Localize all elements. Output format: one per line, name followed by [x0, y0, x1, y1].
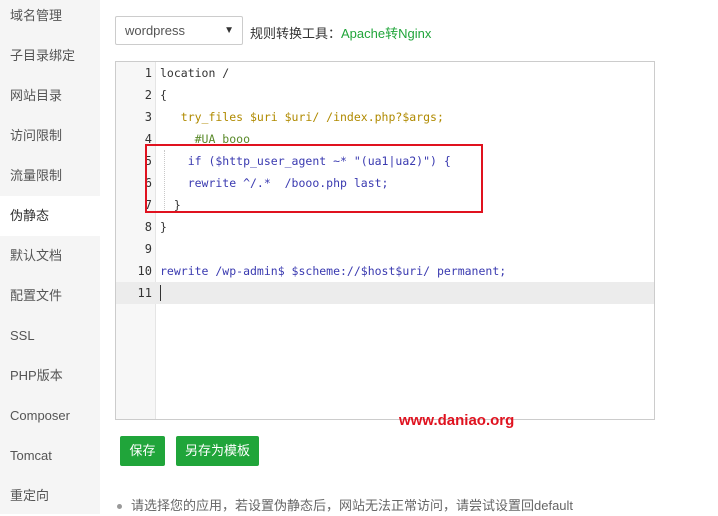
sidebar-item-ssl[interactable]: SSL	[0, 316, 100, 356]
save-as-template-button[interactable]: 另存为模板	[176, 436, 259, 466]
active-line-highlight	[116, 282, 654, 304]
line-number: 9	[144, 242, 152, 256]
line-number: 2	[144, 88, 152, 102]
tip-text: 请选择您的应用，若设置伪静态后，网站无法正常访问，请尝试设置回default	[131, 498, 574, 513]
code-line: {	[160, 88, 167, 102]
save-button[interactable]: 保存	[120, 436, 165, 466]
sidebar-item-subdir-binding[interactable]: 子目录绑定	[0, 36, 100, 76]
code-line: rewrite /wp-admin$ $scheme://$host$uri/ …	[160, 264, 507, 278]
apache-to-nginx-link[interactable]: Apache转Nginx	[341, 26, 431, 41]
line-number: 8	[144, 220, 152, 234]
rewrite-code-editor[interactable]: 1 2 3 4 5 6 7 8 9 10 11 location / { try…	[115, 61, 655, 420]
rewrite-tip: 请选择您的应用，若设置伪静态后，网站无法正常访问，请尝试设置回default	[117, 495, 573, 514]
chevron-down-icon: ▼	[224, 25, 234, 36]
rule-converter-label: 规则转换工具：	[250, 26, 342, 41]
highlight-annotation-box	[145, 144, 483, 213]
sidebar-item-redirect[interactable]: 重定向	[0, 476, 100, 516]
rewrite-template-select[interactable]: wordpress ▼	[115, 16, 243, 45]
code-line: try_files $uri $uri/ /index.php?$args;	[160, 110, 444, 124]
text-cursor	[160, 285, 161, 301]
sidebar-nav: 域名管理 子目录绑定 网站目录 访问限制 流量限制 伪静态 默认文档 配置文件 …	[0, 0, 100, 514]
line-number: 10	[137, 264, 152, 278]
rule-converter: 规则转换工具：Apache转Nginx	[250, 23, 431, 42]
bullet-icon	[117, 504, 122, 510]
sidebar-item-traffic-limit[interactable]: 流量限制	[0, 156, 100, 196]
line-number: 3	[144, 110, 152, 124]
sidebar-item-site-directory[interactable]: 网站目录	[0, 76, 100, 116]
sidebar-item-rewrite[interactable]: 伪静态	[0, 196, 100, 236]
sidebar-item-domain[interactable]: 域名管理	[0, 0, 100, 36]
sidebar-item-composer[interactable]: Composer	[0, 396, 100, 436]
code-line: location /	[160, 66, 230, 80]
select-value: wordpress	[125, 23, 185, 38]
sidebar-item-default-doc[interactable]: 默认文档	[0, 236, 100, 276]
line-number-active: 11	[137, 286, 152, 300]
sidebar-item-config-file[interactable]: 配置文件	[0, 276, 100, 316]
watermark-text: www.daniao.org	[399, 412, 515, 429]
sidebar-item-access-limit[interactable]: 访问限制	[0, 116, 100, 156]
code-line: }	[160, 220, 167, 234]
sidebar-item-tomcat[interactable]: Tomcat	[0, 436, 100, 476]
line-number: 1	[144, 66, 152, 80]
sidebar-item-php-version[interactable]: PHP版本	[0, 356, 100, 396]
